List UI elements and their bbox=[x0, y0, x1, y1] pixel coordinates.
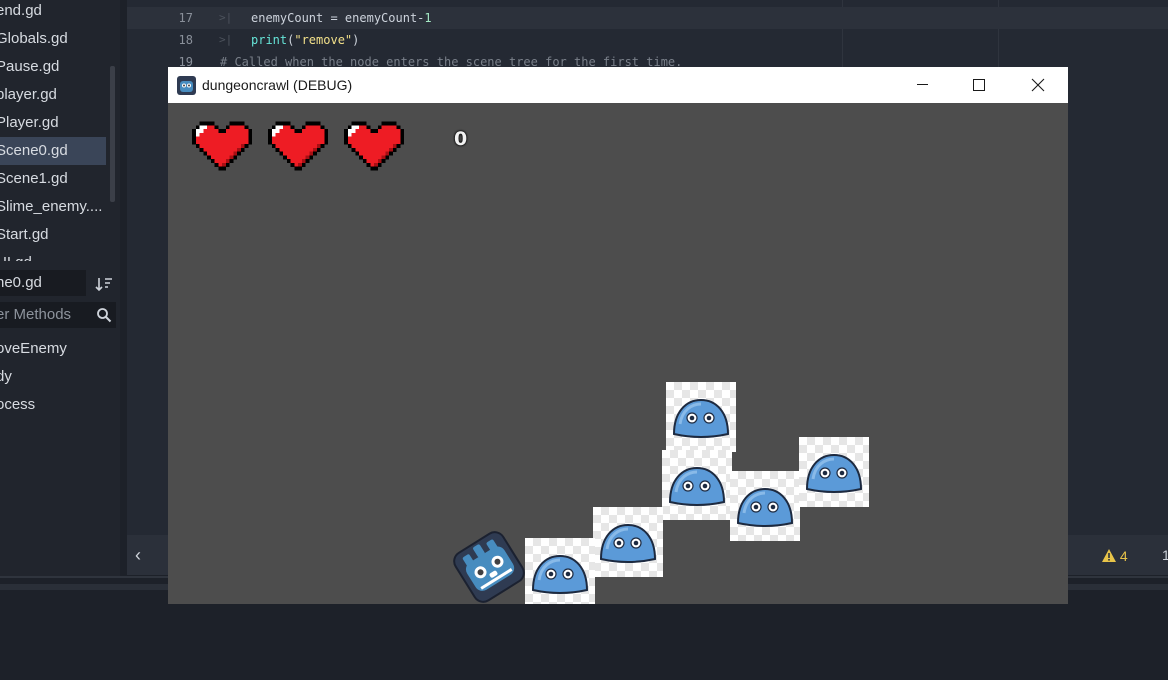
code-line[interactable]: 17 >| enemyCount = enemyCount-1 bbox=[127, 7, 1168, 29]
collapse-panel-button[interactable]: ‹ bbox=[130, 544, 146, 566]
window-title-bar[interactable]: dungeoncrawl (DEBUG) bbox=[168, 67, 1068, 103]
method-item[interactable]: oveEnemy bbox=[0, 335, 118, 363]
warning-indicator[interactable]: 4 bbox=[1102, 547, 1128, 565]
score-label: 0 bbox=[454, 128, 468, 150]
close-button[interactable] bbox=[1009, 67, 1067, 103]
tab-marker: >| bbox=[219, 11, 233, 24]
code-function: print bbox=[251, 33, 288, 47]
script-file-item[interactable]: UI.gd bbox=[0, 249, 106, 261]
window-title: dungeoncrawl (DEBUG) bbox=[202, 77, 353, 93]
tab-marker: >| bbox=[219, 33, 233, 46]
panel-divider bbox=[120, 0, 127, 576]
maximize-icon bbox=[973, 79, 985, 91]
heart-icon bbox=[268, 121, 329, 171]
error-count[interactable]: 1 bbox=[1162, 547, 1168, 563]
sort-icon[interactable] bbox=[95, 275, 113, 293]
slime-enemy bbox=[593, 507, 663, 577]
heart-icon bbox=[344, 121, 405, 171]
warning-count: 4 bbox=[1119, 548, 1128, 564]
slime-enemy bbox=[662, 450, 732, 520]
code-line[interactable]: 18 >| print("remove") bbox=[127, 29, 1168, 51]
script-file-item[interactable]: player.gd bbox=[0, 81, 106, 109]
script-file-item[interactable]: Pause.gd bbox=[0, 53, 106, 81]
minimize-button[interactable] bbox=[893, 67, 951, 103]
script-filter-input[interactable]: ne0.gd bbox=[0, 270, 86, 296]
script-file-item[interactable]: Start.gd bbox=[0, 221, 106, 249]
method-item[interactable]: dy bbox=[0, 363, 118, 391]
file-list-scrollbar[interactable] bbox=[110, 66, 115, 202]
godot-icon bbox=[453, 531, 525, 603]
game-window[interactable]: dungeoncrawl (DEBUG) 0 bbox=[168, 67, 1068, 604]
script-file-item[interactable]: Scene1.gd bbox=[0, 165, 106, 193]
slime-enemy bbox=[799, 437, 869, 507]
method-list: oveEnemy dy ocess bbox=[0, 334, 120, 574]
script-file-item[interactable]: Scene0.gd bbox=[0, 137, 106, 165]
maximize-button[interactable] bbox=[950, 67, 1008, 103]
script-file-item[interactable]: Globals.gd bbox=[0, 25, 106, 53]
script-file-item[interactable]: Player.gd bbox=[0, 109, 106, 137]
method-item[interactable]: ocess bbox=[0, 391, 118, 419]
godot-icon bbox=[177, 76, 196, 95]
script-filter-row: ne0.gd bbox=[0, 270, 120, 298]
slime-enemy bbox=[730, 471, 800, 541]
slime-enemy bbox=[525, 538, 595, 604]
code-number: 1 bbox=[424, 11, 432, 25]
minimize-icon bbox=[917, 84, 928, 85]
script-file-item[interactable]: end.gd bbox=[0, 0, 106, 25]
line-number: 18 bbox=[178, 33, 193, 47]
game-viewport[interactable]: 0 bbox=[168, 103, 1068, 604]
code-text: print("remove") bbox=[251, 33, 360, 47]
script-file-item[interactable]: Slime_enemy.... bbox=[0, 193, 106, 221]
code-string: "remove" bbox=[294, 33, 353, 47]
line-number: 17 bbox=[178, 11, 193, 25]
code-text: enemyCount = enemyCount-1 bbox=[251, 11, 432, 25]
search-icon bbox=[97, 308, 112, 323]
slime-enemy bbox=[666, 382, 736, 452]
close-icon bbox=[1031, 78, 1045, 92]
heart-icon bbox=[192, 121, 253, 171]
warning-icon bbox=[1102, 549, 1116, 562]
